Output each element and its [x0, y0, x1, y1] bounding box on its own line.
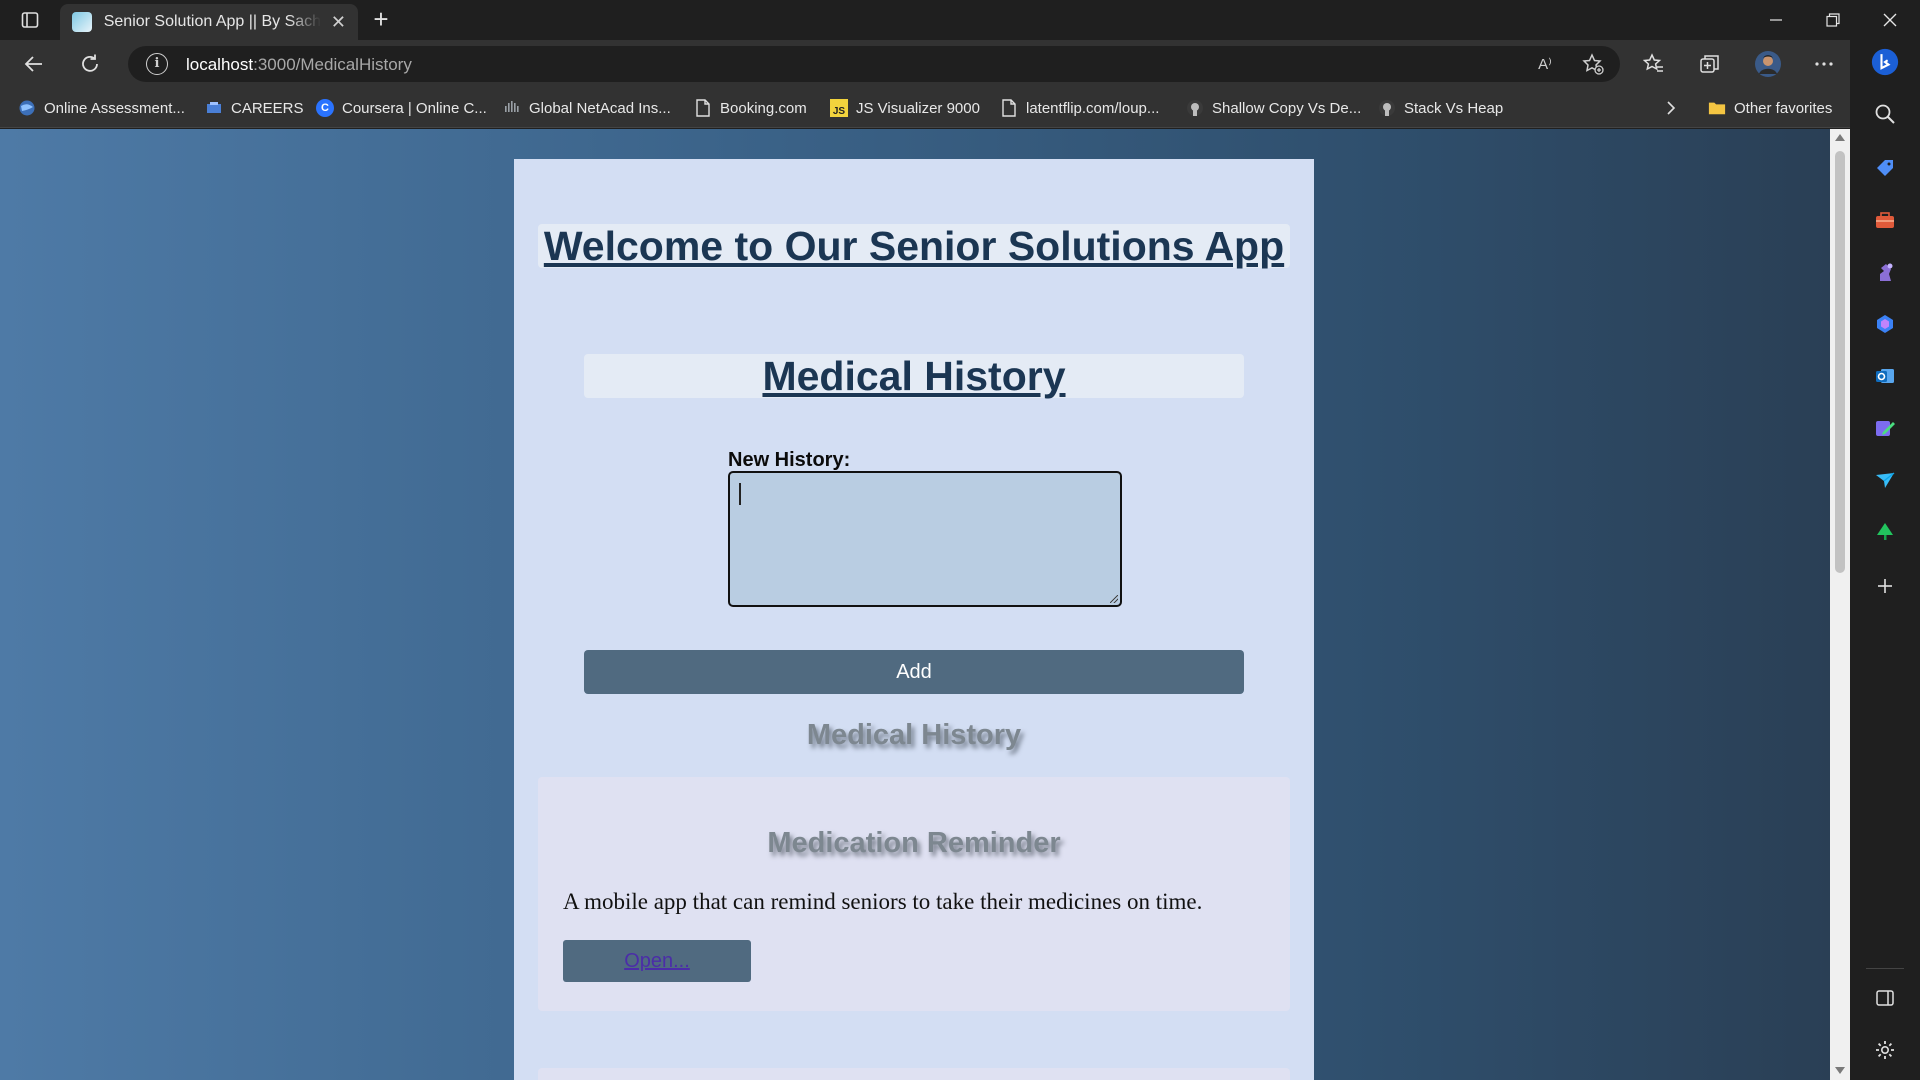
card-open-link[interactable]: Open... [563, 940, 751, 982]
text-caret [739, 483, 741, 505]
tools-briefcase-icon[interactable] [1871, 206, 1899, 234]
folder-icon [1708, 99, 1726, 117]
search-icon[interactable] [1871, 100, 1899, 128]
section-header: Medical History [584, 354, 1244, 398]
js-icon: JS [830, 99, 848, 117]
page-icon [1000, 99, 1018, 117]
tab-actions-icon[interactable] [14, 8, 46, 32]
bookmark-label: Coursera | Online C... [342, 99, 487, 117]
site-info-icon[interactable]: i [146, 53, 168, 75]
bookmark-label: Other favorites [1734, 99, 1833, 117]
back-arrow-icon[interactable] [18, 48, 50, 80]
bookmark-booking[interactable]: Booking.com [694, 97, 807, 119]
app-container: Welcome to Our Senior Solutions App Medi… [514, 159, 1314, 1080]
bookmark-label: latentflip.com/loup... [1026, 99, 1160, 117]
history-card [538, 1068, 1290, 1080]
minimize-button[interactable] [1756, 6, 1796, 34]
page-icon [694, 99, 712, 117]
address-bar[interactable]: i localhost:3000/MedicalHistory A⁾ [128, 46, 1620, 82]
tab-title: Senior Solution App || By Sachin [103, 13, 321, 30]
section-title: Medical History [762, 353, 1066, 399]
card-title: Medication Reminder [767, 827, 1061, 859]
globe-icon [18, 99, 36, 117]
add-button[interactable]: Add [584, 650, 1244, 694]
bookmark-js-visualizer[interactable]: JS JS Visualizer 9000 [830, 97, 980, 119]
new-history-label: New History: [728, 449, 851, 471]
resize-grip-icon[interactable] [1110, 595, 1118, 603]
bookmark-global-netacad[interactable]: Global NetAcad Ins... [503, 97, 671, 119]
scroll-down-arrow-icon[interactable] [1835, 1067, 1845, 1074]
bookmarks-bar: Online Assessment... CAREERS C Coursera … [0, 88, 1920, 128]
app-title: Welcome to Our Senior Solutions App [543, 223, 1285, 269]
bookmark-latentflip[interactable]: latentflip.com/loup... [1000, 97, 1159, 119]
settings-gear-icon[interactable] [1871, 1036, 1899, 1064]
bookmark-label: JS Visualizer 9000 [856, 99, 980, 117]
bookmark-label: Stack Vs Heap [1404, 99, 1504, 117]
url-text[interactable]: localhost:3000/MedicalHistory [186, 55, 412, 75]
app-header: Welcome to Our Senior Solutions App [538, 224, 1290, 268]
games-chess-icon[interactable] [1871, 258, 1899, 286]
bookmarks-overflow-chevron-icon[interactable] [1664, 97, 1678, 119]
edge-sidebar [1850, 40, 1920, 1080]
profile-avatar-icon[interactable] [1752, 48, 1784, 80]
bookmark-label: Shallow Copy Vs De... [1212, 99, 1362, 117]
github-icon [1186, 99, 1204, 117]
bookmark-label: Global NetAcad Ins... [529, 99, 671, 117]
bookmark-label: CAREERS [231, 99, 304, 117]
close-window-button[interactable] [1870, 6, 1910, 34]
title-bar: Senior Solution App || By Sachin ✕ + [0, 0, 1920, 40]
restore-button[interactable] [1813, 6, 1853, 34]
page-scrollbar[interactable] [1830, 129, 1850, 1080]
url-path: :3000/MedicalHistory [253, 55, 412, 74]
new-tab-button[interactable]: + [366, 6, 396, 34]
netacad-icon [503, 99, 521, 117]
site-favicon-icon [72, 12, 92, 32]
bookmark-online-assessment[interactable]: Online Assessment... [18, 97, 185, 119]
github-icon [1378, 99, 1396, 117]
refresh-icon[interactable] [74, 48, 106, 80]
new-history-textarea[interactable] [728, 471, 1122, 607]
bookmark-stack-vs-heap[interactable]: Stack Vs Heap [1378, 97, 1503, 119]
outlook-icon[interactable] [1871, 362, 1899, 390]
bookmark-shallow-copy[interactable]: Shallow Copy Vs De... [1186, 97, 1361, 119]
card-description: A mobile app that can remind seniors to … [563, 889, 1203, 914]
copilot-icon[interactable] [1871, 310, 1899, 338]
coursera-icon: C [316, 99, 334, 117]
tab-close-icon[interactable]: ✕ [331, 12, 346, 33]
collections-icon[interactable] [1694, 48, 1726, 80]
add-favorite-icon[interactable] [1580, 52, 1606, 76]
scrollbar-thumb[interactable] [1835, 151, 1845, 573]
read-aloud-icon[interactable]: A⁾ [1532, 52, 1558, 76]
history-list-heading: Medical History [806, 719, 1022, 751]
favorites-icon[interactable] [1638, 48, 1670, 80]
bookmark-careers[interactable]: CAREERS [205, 97, 304, 119]
send-plane-icon[interactable] [1871, 466, 1899, 494]
careers-icon [205, 99, 223, 117]
add-sidebar-app-icon[interactable] [1871, 572, 1899, 600]
sidebar-layout-icon[interactable] [1871, 984, 1899, 1012]
tab-active[interactable]: Senior Solution App || By Sachin ✕ [60, 4, 358, 40]
bookmark-label: Booking.com [720, 99, 807, 117]
bookmark-coursera[interactable]: C Coursera | Online C... [316, 97, 487, 119]
url-host: localhost [186, 55, 254, 74]
bookmark-other-favorites[interactable]: Other favorites [1708, 97, 1832, 119]
history-card: Medication Reminder A mobile app that ca… [538, 777, 1290, 1011]
tree-icon[interactable] [1871, 518, 1899, 546]
more-menu-icon[interactable] [1808, 48, 1840, 80]
page-viewport: Welcome to Our Senior Solutions App Medi… [0, 129, 1830, 1080]
bing-copilot-icon[interactable] [1871, 48, 1899, 76]
bookmark-label: Online Assessment... [44, 99, 185, 117]
address-toolbar: i localhost:3000/MedicalHistory A⁾ [0, 40, 1920, 88]
sidebar-divider [1866, 968, 1904, 969]
designer-pen-icon[interactable] [1871, 414, 1899, 442]
shopping-tag-icon[interactable] [1871, 154, 1899, 182]
scroll-up-arrow-icon[interactable] [1835, 134, 1845, 141]
